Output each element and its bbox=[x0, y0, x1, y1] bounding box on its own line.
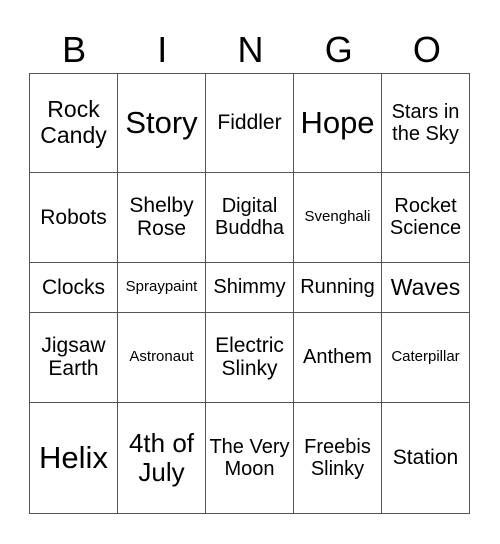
grid-row: Robots Shelby Rose Digital Buddha Svengh… bbox=[29, 171, 470, 263]
bingo-cell[interactable]: Caterpillar bbox=[381, 311, 470, 403]
bingo-cell[interactable]: Freebis Slinky bbox=[293, 401, 382, 515]
bingo-cell[interactable]: Story bbox=[117, 73, 206, 173]
bingo-cell[interactable]: Shelby Rose bbox=[117, 171, 206, 263]
bingo-cell[interactable]: Hope bbox=[293, 73, 382, 173]
bingo-cell[interactable]: Electric Slinky bbox=[205, 311, 294, 403]
grid-row: Rock Candy Story Fiddler Hope Stars in t… bbox=[29, 73, 470, 173]
grid-row: Helix 4th of July The Very Moon Freebis … bbox=[29, 401, 470, 515]
bingo-cell[interactable]: Stars in the Sky bbox=[381, 73, 470, 173]
bingo-cell[interactable]: 4th of July bbox=[117, 401, 206, 515]
bingo-cell[interactable]: The Very Moon bbox=[205, 401, 294, 515]
bingo-cell[interactable]: Jigsaw Earth bbox=[29, 311, 118, 403]
bingo-cell[interactable]: Fiddler bbox=[205, 73, 294, 173]
bingo-cell[interactable]: Rocket Science bbox=[381, 171, 470, 263]
bingo-cell[interactable]: Helix bbox=[29, 401, 118, 515]
header-letter-b: B bbox=[62, 29, 87, 70]
header-letter-g: G bbox=[324, 29, 353, 70]
grid-row: Jigsaw Earth Astronaut Electric Slinky A… bbox=[29, 311, 470, 403]
header-letter-i: I bbox=[157, 29, 168, 70]
bingo-cell[interactable]: Astronaut bbox=[117, 311, 206, 403]
bingo-cell[interactable]: Running bbox=[293, 261, 382, 313]
bingo-cell[interactable]: Robots bbox=[29, 171, 118, 263]
bingo-cell[interactable]: Station bbox=[381, 401, 470, 515]
header-letter-n: N bbox=[237, 29, 264, 70]
header-letter-o: O bbox=[412, 29, 441, 70]
grid-row: Clocks Spraypaint Shimmy Running Waves bbox=[29, 261, 470, 313]
bingo-cell[interactable]: Svenghali bbox=[293, 171, 382, 263]
bingo-cell[interactable]: Anthem bbox=[293, 311, 382, 403]
bingo-cell[interactable]: Rock Candy bbox=[29, 73, 118, 173]
bingo-cell[interactable]: Shimmy bbox=[205, 261, 294, 313]
bingo-grid: Rock Candy Story Fiddler Hope Stars in t… bbox=[29, 73, 470, 515]
bingo-cell[interactable]: Digital Buddha bbox=[205, 171, 294, 263]
bingo-cell[interactable]: Spraypaint bbox=[117, 261, 206, 313]
bingo-header: B I N G O bbox=[30, 26, 471, 74]
bingo-cell[interactable]: Clocks bbox=[29, 261, 118, 313]
bingo-cell[interactable]: Waves bbox=[381, 261, 470, 313]
